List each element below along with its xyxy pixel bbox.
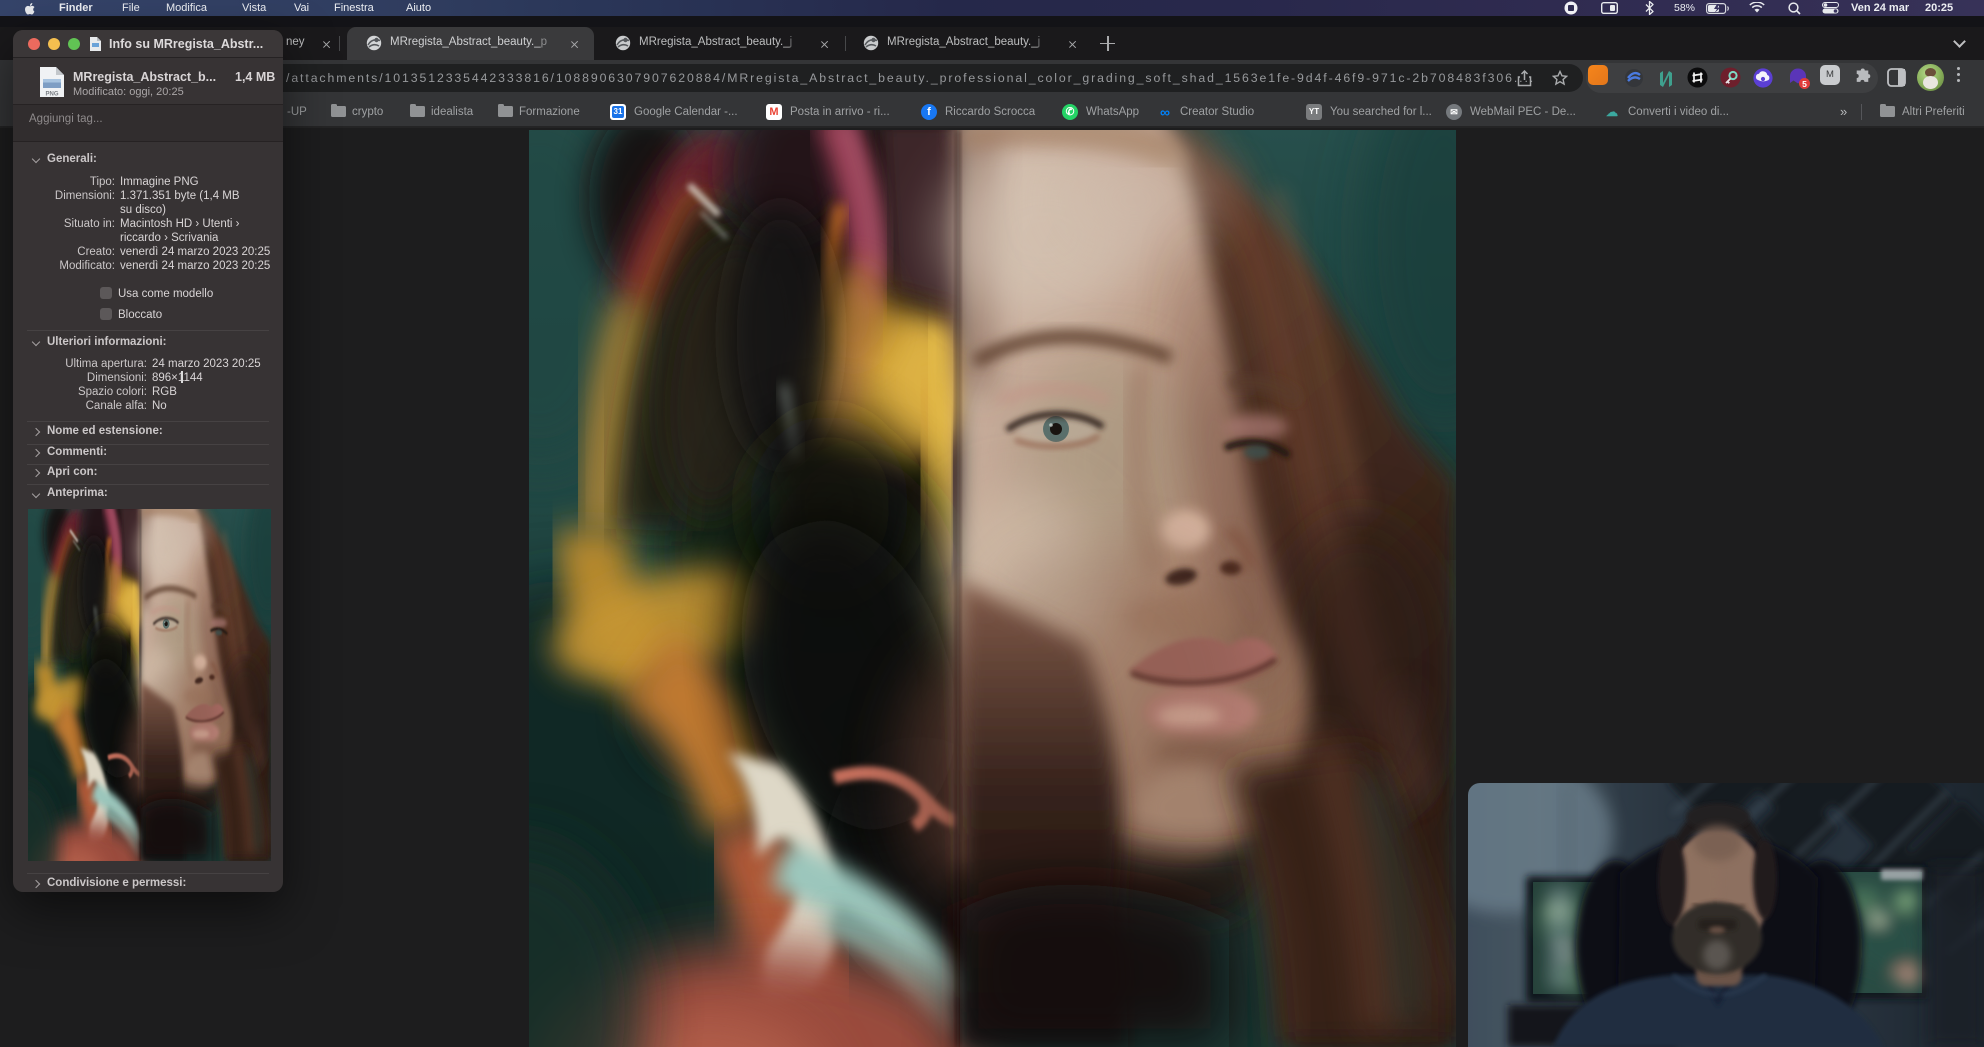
svg-text:5: 5	[1802, 79, 1807, 89]
svg-text:PNG: PNG	[45, 92, 58, 98]
